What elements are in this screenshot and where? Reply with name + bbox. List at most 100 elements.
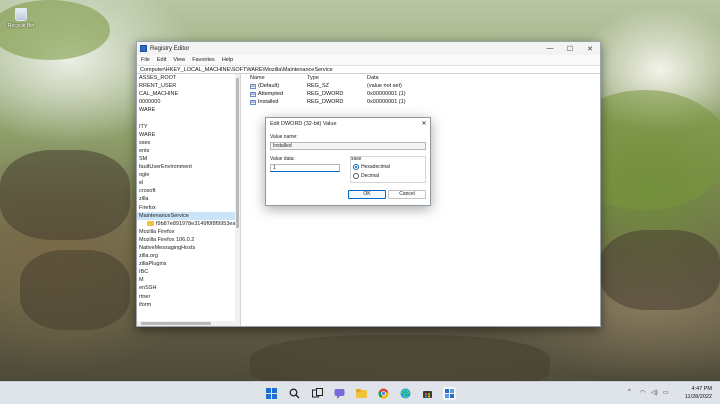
- menu-edit[interactable]: Edit: [157, 57, 166, 63]
- tree-item[interactable]: Mozilla Firefox: [137, 228, 235, 236]
- menu-favorites[interactable]: Favorites: [192, 57, 215, 63]
- chrome-icon[interactable]: [377, 387, 390, 400]
- file-explorer-icon[interactable]: [355, 387, 368, 400]
- title-bar[interactable]: Registry Editor — ☐ ✕: [137, 42, 600, 55]
- tree-item[interactable]: SM: [137, 155, 235, 163]
- hexadecimal-radio[interactable]: Hexadecimal: [353, 164, 390, 170]
- search-icon[interactable]: [288, 387, 301, 400]
- tree-item[interactable]: zilla.org: [137, 252, 235, 260]
- tree-item[interactable]: crosoft: [137, 187, 235, 195]
- recycle-bin-label: Recycle Bin: [7, 23, 35, 29]
- store-icon[interactable]: [421, 387, 434, 400]
- tree-item-label: Mozilla Firefox: [139, 228, 175, 235]
- tree-item[interactable]: faultUserEnvironment: [137, 163, 235, 171]
- tree-horizontal-scrollbar[interactable]: [137, 321, 240, 326]
- menu-file[interactable]: File: [141, 57, 150, 63]
- scrollbar-thumb[interactable]: [236, 78, 239, 228]
- tree-item[interactable]: ents: [137, 147, 235, 155]
- values-header: Name Type Data: [247, 74, 600, 82]
- chat-icon[interactable]: [333, 387, 346, 400]
- tree-item[interactable]: 0000000: [137, 98, 235, 106]
- tree-item[interactable]: ITY: [137, 123, 235, 131]
- battery-icon[interactable]: ▭: [663, 389, 669, 396]
- tree-item[interactable]: sses: [137, 139, 235, 147]
- tree-vertical-scrollbar[interactable]: [235, 74, 240, 321]
- tree-item[interactable]: rtner: [137, 293, 235, 301]
- registry-editor-icon[interactable]: [443, 387, 456, 400]
- recycle-bin-icon: [15, 8, 27, 21]
- tree-item[interactable]: Mozilla Firefox 106.0.2: [137, 236, 235, 244]
- dword-value-icon: 011: [250, 99, 256, 105]
- tree-item-label: ogle: [139, 172, 150, 179]
- dialog-title-bar[interactable]: Edit DWORD (32-bit) Value ✕: [266, 118, 430, 129]
- clock-date: 11/28/2022: [684, 394, 712, 400]
- tree-item-label: el: [139, 180, 144, 187]
- value-row[interactable]: 011 Attempted REG_DWORD 0x00000001 (1): [247, 90, 600, 98]
- tree-item-label: IBC: [139, 269, 149, 276]
- tree-item[interactable]: [137, 114, 235, 122]
- background-rock: [600, 230, 720, 310]
- tree-item[interactable]: MaintenanceService: [137, 211, 235, 220]
- value-row[interactable]: ab (Default) REG_SZ (value not set): [247, 82, 600, 90]
- tree-item[interactable]: enSSH: [137, 284, 235, 292]
- value-name-label: Value name:: [270, 134, 298, 140]
- close-button[interactable]: ✕: [580, 42, 600, 55]
- value-row[interactable]: 011 Installed REG_DWORD 0x00000001 (1): [247, 98, 600, 106]
- show-hidden-icons-chevron-icon[interactable]: ^: [628, 389, 631, 395]
- dialog-close-button[interactable]: ✕: [418, 120, 430, 127]
- cancel-button[interactable]: Cancel: [388, 190, 426, 199]
- tree-item-label: ITY: [139, 123, 148, 130]
- tree-item[interactable]: IBC: [137, 268, 235, 276]
- value-name: (Default): [258, 83, 280, 89]
- key-tree-pane: ASSES_ROOT RRENT_USER CAL_MACHINE 0000000 WA…: [137, 74, 241, 326]
- edge-icon[interactable]: [399, 387, 412, 400]
- tree-item-label: f9b87e891978e3149f0f8f9953eadcl: [156, 220, 235, 227]
- tree-item-label: crosoft: [139, 188, 156, 195]
- windows-start-icon[interactable]: [265, 387, 278, 400]
- tree-item-label: enSSH: [139, 285, 157, 292]
- tree-item-label: WARE: [139, 131, 156, 138]
- tree-item[interactable]: WARE: [137, 106, 235, 114]
- tree-item[interactable]: zilla: [137, 195, 235, 203]
- tree-item[interactable]: CAL_MACHINE: [137, 90, 235, 98]
- column-header-name[interactable]: Name: [247, 75, 307, 81]
- taskbar-clock[interactable]: 4:47 PM 11/28/2022: [685, 385, 712, 401]
- volume-icon[interactable]: ◁): [651, 389, 658, 396]
- scrollbar-thumb[interactable]: [141, 322, 211, 325]
- hexadecimal-label: Hexadecimal: [361, 164, 390, 170]
- menu-view[interactable]: View: [173, 57, 185, 63]
- column-header-data[interactable]: Data: [367, 75, 379, 81]
- tree-item[interactable]: iform: [137, 301, 235, 309]
- tree-item[interactable]: WARE: [137, 131, 235, 139]
- background-rock: [20, 250, 130, 330]
- tree-item-label: SM: [139, 155, 148, 162]
- tree-item[interactable]: f9b87e891978e3149f0f8f9953eadcl: [137, 220, 235, 228]
- decimal-radio[interactable]: Decimal: [353, 173, 379, 179]
- ok-button[interactable]: OK: [348, 190, 386, 199]
- tree-item-label: Mozilla Firefox 106.0.2: [139, 236, 195, 243]
- column-header-type[interactable]: Type: [307, 75, 367, 81]
- decimal-label: Decimal: [361, 173, 380, 179]
- tree-item[interactable]: RRENT_USER: [137, 82, 235, 90]
- edit-dword-dialog: Edit DWORD (32-bit) Value ✕ Value name: …: [265, 117, 431, 206]
- maximize-button[interactable]: ☐: [560, 42, 580, 55]
- tree-item-label: iform: [139, 301, 152, 308]
- value-data-input[interactable]: 1: [270, 164, 340, 172]
- tree-item-label: WARE: [139, 107, 156, 114]
- menu-help[interactable]: Help: [222, 57, 233, 63]
- tree-item[interactable]: ogle: [137, 171, 235, 179]
- tree-item-label: Firefox: [139, 204, 156, 211]
- tree-item[interactable]: M: [137, 276, 235, 284]
- tree-item[interactable]: zillaPlugins: [137, 260, 235, 268]
- tree-item-label: zilla: [139, 196, 149, 203]
- minimize-button[interactable]: —: [540, 42, 560, 55]
- tree-item-label: CAL_MACHINE: [139, 91, 179, 98]
- recycle-bin-shortcut[interactable]: Recycle Bin: [6, 8, 36, 29]
- tree-item[interactable]: ASSES_ROOT: [137, 74, 235, 82]
- task-view-icon[interactable]: [311, 387, 324, 400]
- wifi-icon[interactable]: ◠: [640, 389, 645, 396]
- tree-item[interactable]: el: [137, 179, 235, 187]
- tree-item[interactable]: NativeMessagingHosts: [137, 244, 235, 252]
- tree-item[interactable]: Firefox: [137, 204, 235, 212]
- address-bar[interactable]: Computer\HKEY_LOCAL_MACHINE\SOFTWARE\Moz…: [137, 65, 600, 74]
